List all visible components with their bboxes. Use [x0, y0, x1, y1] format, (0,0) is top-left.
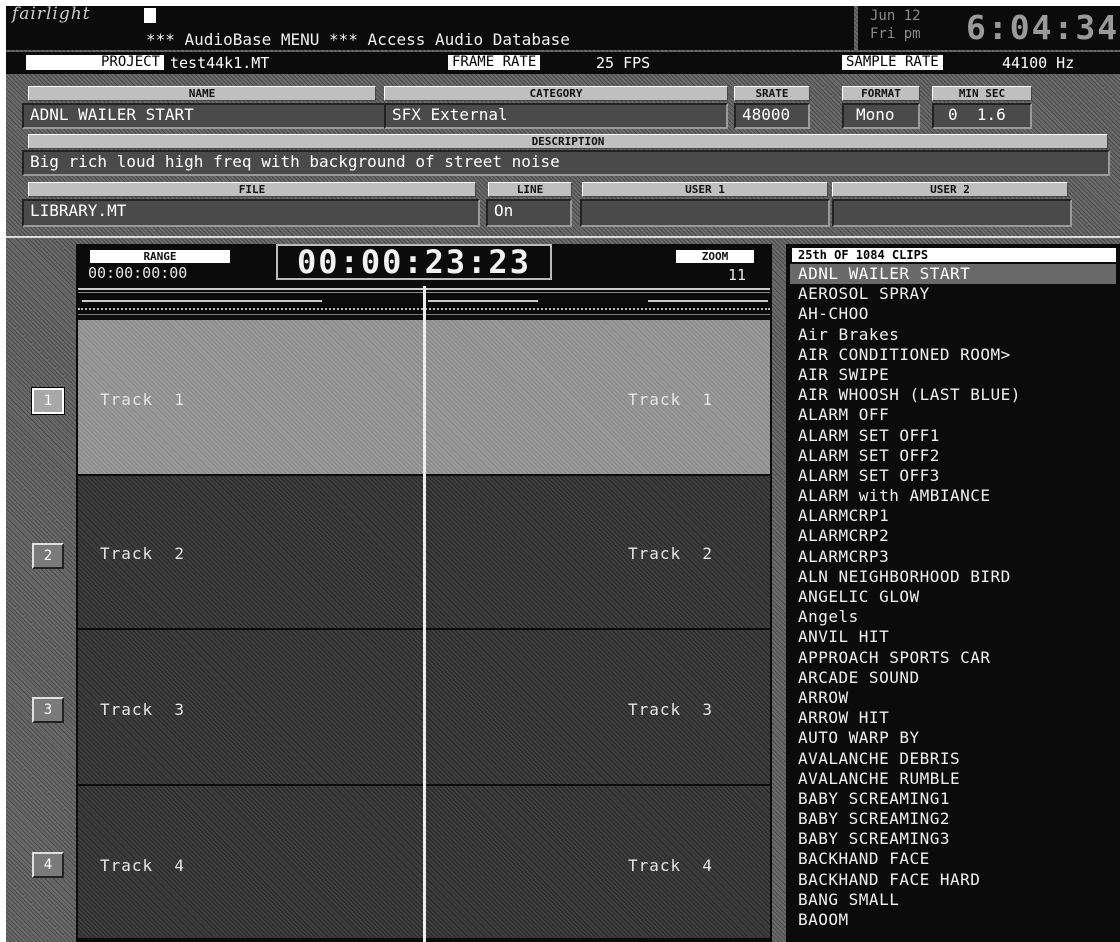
date-line-2: Fri pm [870, 26, 921, 42]
track-3-button[interactable]: 3 [32, 697, 64, 723]
user1-header: USER 1 [582, 182, 828, 197]
track-editor: RANGE 00:00:00:00 00:00:23:23 ZOOM 11 Tr… [76, 244, 772, 942]
file-header: FILE [28, 182, 476, 197]
clip-list-item[interactable]: AIR WHOOSH (LAST BLUE) [790, 385, 1116, 405]
clock-panel: Jun 12 Fri pm 6:04:34 [858, 6, 1120, 50]
clip-list-item[interactable]: BACKHAND FACE [790, 849, 1116, 869]
clip-list-item[interactable]: BACKHAND FACE HARD [790, 870, 1116, 890]
clip-list-item[interactable]: ALN NEIGHBORHOOD BIRD [790, 567, 1116, 587]
category-header: CATEGORY [384, 86, 728, 101]
track-label-right: Track 4 [628, 856, 714, 875]
page-title: *** AudioBase MENU *** Access Audio Data… [146, 30, 570, 49]
clip-list[interactable]: ADNL WAILER START AEROSOL SPRAY AH-CHOO Air… [790, 264, 1116, 940]
fairlight-logo: fairlight [12, 4, 91, 24]
name-header: NAME [28, 86, 376, 101]
playhead-line[interactable] [423, 286, 426, 942]
clip-list-item[interactable]: ARROW HIT [790, 708, 1116, 728]
clip-list-item[interactable]: BANG SMALL [790, 890, 1116, 910]
clip-list-item[interactable]: AIR SWIPE [790, 365, 1116, 385]
range-label: RANGE [90, 250, 230, 263]
track-2-button[interactable]: 2 [32, 543, 64, 569]
clip-list-item[interactable]: ALARM SET OFF2 [790, 446, 1116, 466]
line-header: LINE [488, 182, 572, 197]
clip-list-item[interactable]: APPROACH SPORTS CAR [790, 648, 1116, 668]
track-label: Track 2 [100, 544, 186, 563]
clip-list-item[interactable]: ALARMCRP1 [790, 506, 1116, 526]
title-bar: fairlight *** AudioBase MENU *** Access … [6, 4, 854, 50]
details-panel: NAME ADNL WAILER START CATEGORY SFX Exte… [20, 82, 1110, 232]
project-value[interactable]: test44k1.MT [170, 55, 269, 71]
clip-list-item[interactable]: BABY SCREAMING2 [790, 809, 1116, 829]
srate-field[interactable]: 48000 [734, 103, 810, 129]
clip-list-panel: 25th OF 1084 CLIPS ADNL WAILER START AERO… [786, 244, 1120, 942]
track-label-right: Track 3 [628, 700, 714, 719]
clock-time: 6:04:34 [966, 8, 1120, 47]
ruler-marker [648, 300, 768, 302]
clip-list-item[interactable]: AEROSOL SPRAY [790, 284, 1116, 304]
section-divider [6, 236, 1120, 238]
clip-list-item[interactable]: AIR CONDITIONED ROOM> [790, 345, 1116, 365]
clip-list-item[interactable]: ALARM OFF [790, 405, 1116, 425]
clip-count-header: 25th OF 1084 CLIPS [792, 248, 1116, 262]
zoom-label: ZOOM [676, 250, 754, 263]
clip-list-item[interactable]: ALARMCRP2 [790, 526, 1116, 546]
clip-list-item[interactable]: BABY SCREAMING1 [790, 789, 1116, 809]
format-header: FORMAT [842, 86, 920, 101]
track-4-button[interactable]: 4 [32, 852, 64, 878]
clip-list-item[interactable]: ANGELIC GLOW [790, 587, 1116, 607]
frame-rate-value[interactable]: 25 FPS [596, 55, 650, 71]
user2-field[interactable] [832, 199, 1072, 227]
zoom-value[interactable]: 11 [676, 266, 746, 284]
ruler-marker [82, 300, 322, 302]
clip-list-item[interactable]: ALARMCRP3 [790, 547, 1116, 567]
clip-list-item[interactable]: ALARM SET OFF1 [790, 426, 1116, 446]
timecode-display: 00:00:23:23 [276, 244, 552, 280]
ruler-marker [428, 300, 538, 302]
clip-list-item[interactable]: BABY SCREAMING3 [790, 829, 1116, 849]
clip-list-item[interactable]: BAOOM [790, 910, 1116, 930]
sample-rate-value[interactable]: 44100 Hz [1002, 55, 1074, 71]
frame-rate-label: FRAME RATE [448, 55, 541, 70]
clip-list-item[interactable]: ARROW [790, 688, 1116, 708]
clip-list-item[interactable]: ARCADE SOUND [790, 668, 1116, 688]
minsec-header: MIN SEC [932, 86, 1032, 101]
track-label: Track 1 [100, 390, 186, 409]
clip-list-item[interactable]: AUTO WARP BY [790, 728, 1116, 748]
category-field[interactable]: SFX External [384, 103, 728, 129]
range-value[interactable]: 00:00:00:00 [88, 264, 187, 282]
clip-list-item[interactable]: AVALANCHE DEBRIS [790, 749, 1116, 769]
user2-header: USER 2 [832, 182, 1068, 197]
status-bar: PROJECT test44k1.MT FRAME RATE 25 FPS SA… [6, 52, 1120, 74]
track-label-right: Track 2 [628, 544, 714, 563]
clip-list-item[interactable]: ADNL WAILER START [790, 264, 1116, 285]
format-field[interactable]: Mono [842, 103, 920, 129]
track-label: Track 3 [100, 700, 186, 719]
track-label: Track 4 [100, 856, 186, 875]
user1-field[interactable] [580, 199, 830, 227]
clip-list-item[interactable]: ANVIL HIT [790, 627, 1116, 647]
description-field[interactable]: Big rich loud high freq with background … [22, 150, 1110, 176]
file-field[interactable]: LIBRARY.MT [22, 199, 480, 227]
srate-header: SRATE [734, 86, 810, 101]
track-1-button[interactable]: 1 [31, 387, 65, 415]
description-header: DESCRIPTION [28, 134, 1108, 149]
clip-list-item[interactable]: AH-CHOO [790, 304, 1116, 324]
line-field[interactable]: On [486, 199, 572, 227]
name-field[interactable]: ADNL WAILER START [22, 103, 394, 129]
date-line-1: Jun 12 [870, 8, 921, 24]
clip-list-item[interactable]: ALARM with AMBIANCE [790, 486, 1116, 506]
clip-list-item[interactable]: AVALANCHE RUMBLE [790, 769, 1116, 789]
sample-rate-label: SAMPLE RATE [842, 55, 943, 70]
clip-list-item[interactable]: ALARM SET OFF3 [790, 466, 1116, 486]
minsec-field[interactable]: 0 1.6 [932, 103, 1032, 129]
track-label-right: Track 1 [628, 390, 714, 409]
cursor-block [144, 8, 156, 23]
clip-list-item[interactable]: Angels [790, 607, 1116, 627]
project-label: PROJECT [26, 55, 164, 70]
clip-list-item[interactable]: Air Brakes [790, 325, 1116, 345]
